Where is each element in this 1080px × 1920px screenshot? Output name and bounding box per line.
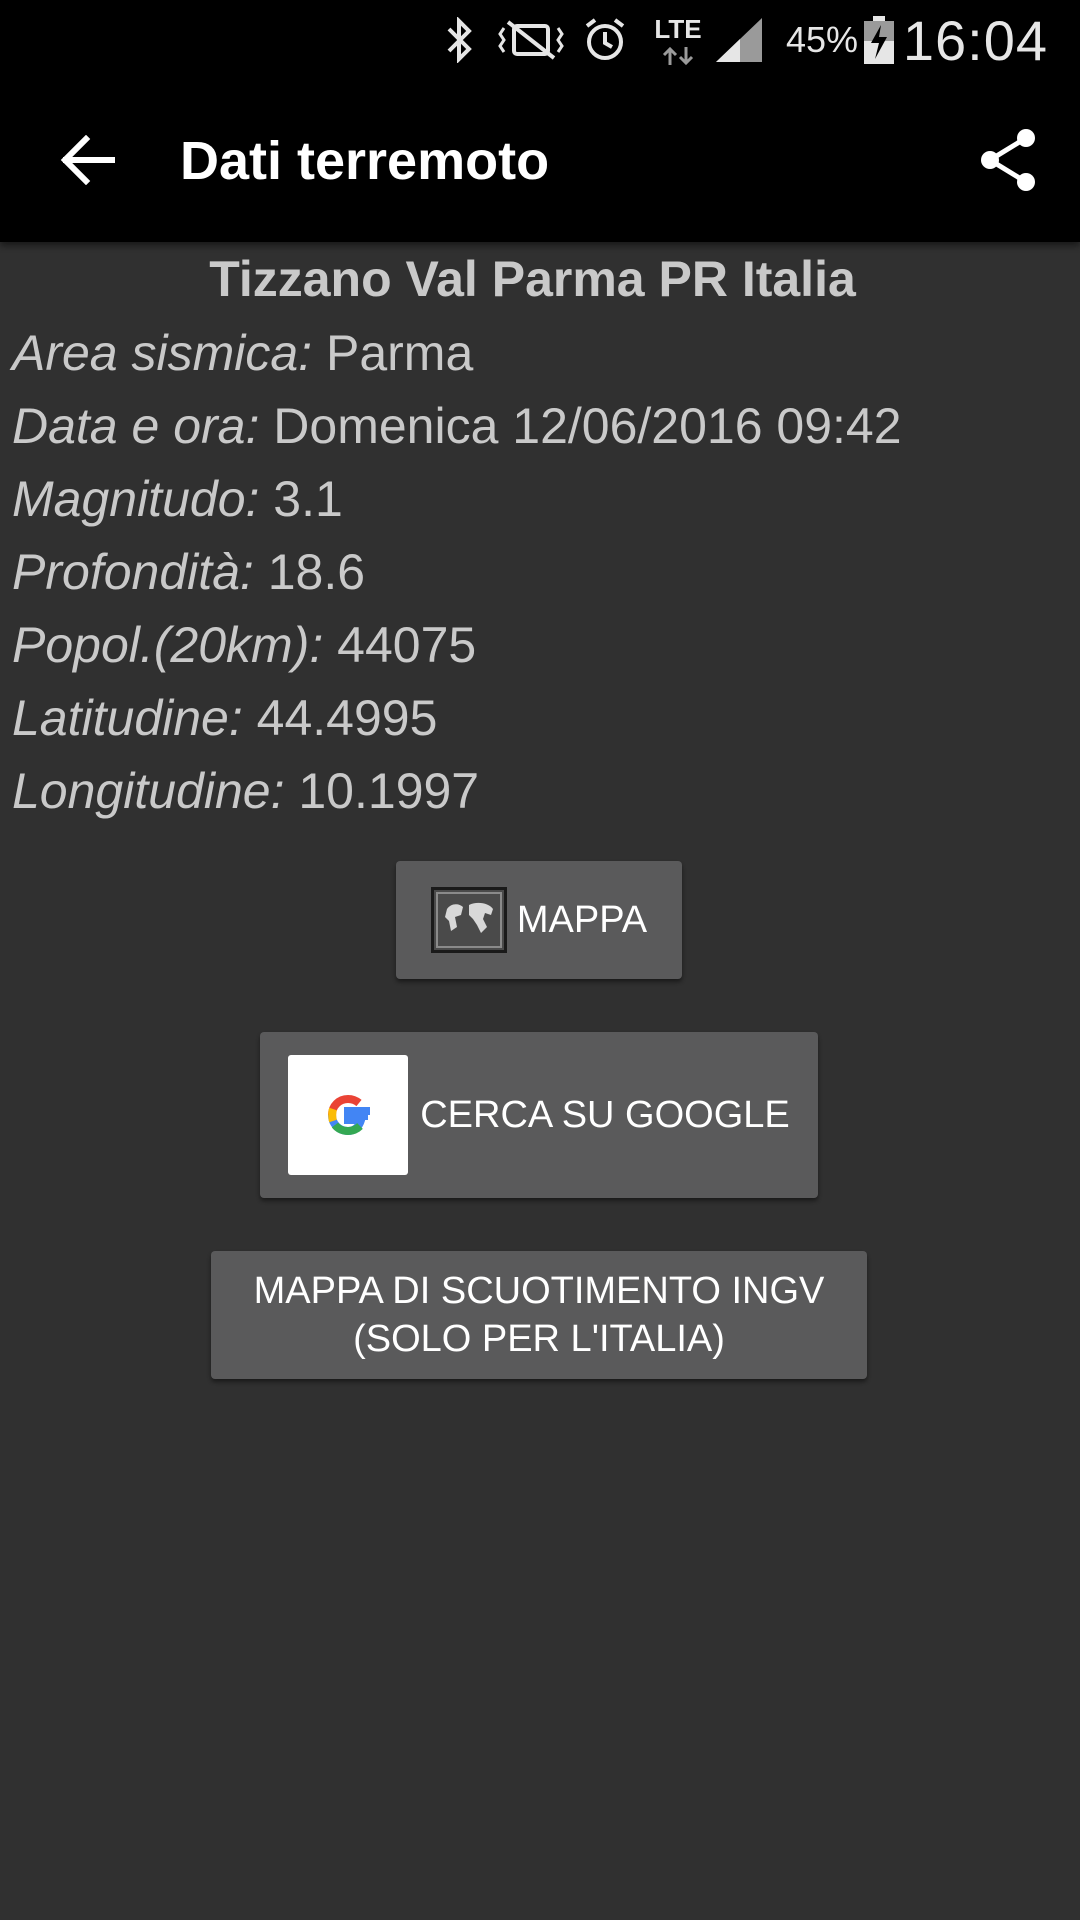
info-row-latitude: Latitudine: 44.4995 bbox=[12, 689, 437, 747]
info-value: 44075 bbox=[337, 617, 477, 673]
info-label: Area sismica: bbox=[12, 325, 313, 381]
info-label: Profondità: bbox=[12, 544, 254, 600]
info-value: 44.4995 bbox=[256, 690, 438, 746]
vibrate-mute-icon bbox=[496, 0, 566, 80]
quake-place: Tizzano Val Parma PR Italia bbox=[209, 251, 856, 307]
shake-button-line1: MAPPA DI SCUOTIMENTO INGV bbox=[253, 1270, 825, 1312]
status-bar: LTE 45% 16:04 bbox=[0, 0, 1080, 80]
info-row-depth: Profondità: 18.6 bbox=[12, 543, 365, 601]
info-value: 3.1 bbox=[273, 471, 343, 527]
map-button-label: MAPPA bbox=[516, 898, 648, 941]
share-icon bbox=[981, 129, 1035, 191]
share-button[interactable] bbox=[972, 124, 1044, 196]
back-arrow-icon bbox=[60, 135, 115, 185]
bluetooth-icon bbox=[440, 0, 480, 80]
info-row-longitude: Longitudine: 10.1997 bbox=[12, 762, 479, 820]
info-value: Domenica 12/06/2016 09:42 bbox=[273, 398, 902, 454]
back-button[interactable] bbox=[52, 124, 124, 196]
info-row-population: Popol.(20km): 44075 bbox=[12, 616, 476, 674]
info-label: Magnitudo: bbox=[12, 471, 260, 527]
info-row-datetime: Data e ora: Domenica 12/06/2016 09:42 bbox=[12, 397, 902, 455]
alarm-icon bbox=[580, 0, 630, 80]
status-time: 16:04 bbox=[902, 8, 1048, 72]
info-row-area: Area sismica: Parma bbox=[12, 324, 473, 382]
app-toolbar: Dati terremoto bbox=[0, 80, 1080, 242]
battery-charging-icon bbox=[862, 0, 896, 80]
world-map-icon bbox=[430, 887, 507, 953]
info-row-magnitude: Magnitudo: 3.1 bbox=[12, 470, 343, 528]
info-value: 18.6 bbox=[267, 544, 366, 600]
lte-indicator: LTE bbox=[650, 0, 706, 80]
info-label: Latitudine: bbox=[12, 690, 243, 746]
shake-map-button[interactable]: MAPPA DI SCUOTIMENTO INGV (SOLO PER L'IT… bbox=[211, 1251, 867, 1379]
google-button-label: CERCA SU GOOGLE bbox=[420, 1093, 790, 1136]
page-title: Dati terremoto bbox=[180, 131, 550, 191]
info-label: Popol.(20km): bbox=[12, 617, 324, 673]
info-label: Longitudine: bbox=[12, 763, 285, 819]
signal-icon bbox=[712, 0, 766, 80]
google-logo-icon bbox=[288, 1055, 409, 1175]
lte-label: LTE bbox=[654, 13, 702, 44]
shake-button-line2: (SOLO PER L'ITALIA) bbox=[353, 1318, 725, 1360]
google-search-button[interactable]: CERCA SU GOOGLE bbox=[260, 1032, 818, 1198]
info-label: Data e ora: bbox=[12, 398, 260, 454]
info-value: Parma bbox=[325, 325, 474, 381]
battery-percent: 45% bbox=[785, 19, 858, 60]
info-value: 10.1997 bbox=[298, 763, 480, 819]
map-button[interactable]: MAPPA bbox=[396, 861, 682, 979]
